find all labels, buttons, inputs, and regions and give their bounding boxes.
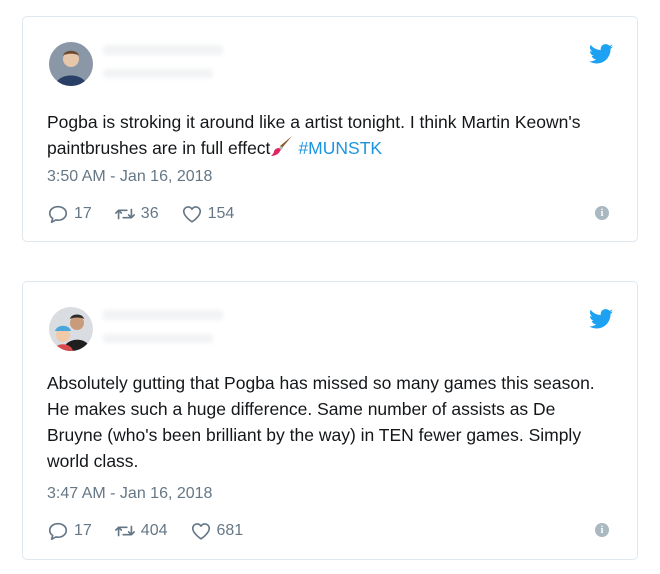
tweet-actions: 17 36 154 (47, 203, 256, 225)
reply-button[interactable]: 17 (47, 520, 92, 542)
avatar[interactable] (49, 42, 93, 86)
retweet-count: 404 (140, 522, 168, 539)
avatar[interactable] (49, 307, 93, 351)
retweet-button[interactable]: 404 (114, 520, 168, 542)
retweet-count: 36 (140, 205, 159, 222)
reply-button[interactable]: 17 (47, 203, 92, 225)
twitter-bird-icon[interactable] (589, 43, 613, 65)
author-info[interactable] (103, 45, 223, 78)
tweet-actions: 17 404 681 (47, 520, 265, 542)
retweet-button[interactable]: 36 (114, 203, 159, 225)
reply-count: 17 (74, 205, 92, 222)
like-button[interactable]: 681 (190, 520, 244, 542)
heart-icon (191, 523, 210, 540)
like-count: 154 (207, 205, 235, 222)
tweet-timestamp[interactable]: 3:47 AM - Jan 16, 2018 (47, 485, 212, 503)
like-button[interactable]: 154 (181, 203, 235, 225)
author-name-redacted (103, 310, 223, 320)
reply-icon (48, 205, 68, 224)
hashtag-link[interactable]: #MUNSTK (298, 138, 382, 158)
twitter-bird-icon[interactable] (589, 308, 613, 330)
author-handle-redacted (103, 69, 213, 78)
like-count: 681 (216, 522, 244, 539)
heart-icon (182, 206, 201, 223)
tweet-timestamp[interactable]: 3:50 AM - Jan 16, 2018 (47, 168, 212, 186)
retweet-icon (114, 525, 135, 537)
author-info[interactable] (103, 310, 223, 343)
tweet-text: Absolutely gutting that Pogba has missed… (47, 373, 595, 471)
author-handle-redacted (103, 334, 213, 343)
tweet-text: Pogba is stroking it around like a artis… (47, 109, 607, 161)
tweet-card: Pogba is stroking it around like a artis… (22, 16, 638, 242)
tweet-card: Absolutely gutting that Pogba has missed… (22, 281, 638, 560)
retweet-icon (114, 208, 135, 220)
info-icon[interactable]: i (595, 206, 609, 220)
info-icon[interactable]: i (595, 523, 609, 537)
reply-icon (48, 522, 68, 541)
reply-count: 17 (74, 522, 92, 539)
author-name-redacted (103, 45, 223, 55)
paintbrush-emoji (271, 136, 293, 156)
